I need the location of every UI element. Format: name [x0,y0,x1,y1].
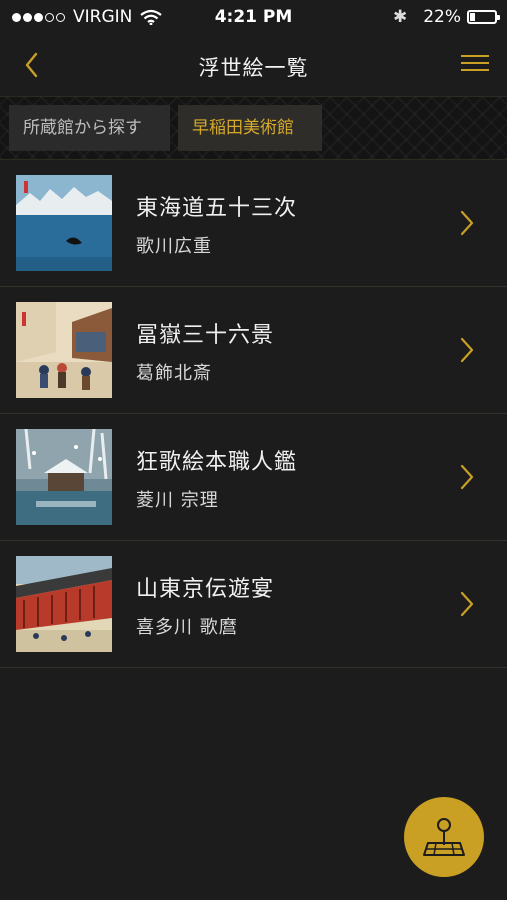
artwork-thumbnail [16,302,112,398]
filter-bar: 所蔵館から探す 早稲田美術館 [0,97,507,160]
item-artist: 喜多川 歌麿 [136,617,238,638]
chevron-right-icon [460,464,474,490]
chevron-right-icon [460,210,474,236]
list-item[interactable]: 東海道五十三次 歌川広重 [0,160,507,287]
menu-button[interactable] [459,50,491,80]
bluetooth-icon: ✱ [392,7,408,27]
artwork-thumbnail [16,429,112,525]
navigation-bar: 浮世絵一覧 [0,34,507,97]
list-item[interactable]: 狂歌絵本職人鑑 菱川 宗理 [0,414,507,541]
chevron-right-icon [460,337,474,363]
list-item[interactable]: 山東京伝遊宴 喜多川 歌麿 [0,541,507,668]
item-artist: 歌川広重 [136,236,212,257]
item-title: 狂歌絵本職人鑑 [136,450,298,475]
selected-museum-chip[interactable]: 早稲田美術館 [178,105,322,151]
item-title: 冨嶽三十六景 [136,323,275,348]
item-title: 東海道五十三次 [136,196,298,221]
status-right: ✱ 22% [392,7,500,27]
app-screen: VIRGIN 4:21 PM ✱ 22% 浮世絵一覧 所蔵館から探す 早稲田美術… [0,0,507,900]
item-artist: 菱川 宗理 [136,490,219,511]
search-by-museum-button[interactable]: 所蔵館から探す [9,105,170,151]
ukiyoe-list: 東海道五十三次 歌川広重 冨嶽三十六景 葛飾北斎 狂歌絵本職人鑑 菱川 宗理 山… [0,160,507,668]
chevron-right-icon [460,591,474,617]
list-item[interactable]: 冨嶽三十六景 葛飾北斎 [0,287,507,414]
hamburger-menu-icon [459,55,491,71]
page-title: 浮世絵一覧 [198,56,309,80]
item-title: 山東京伝遊宴 [136,577,275,602]
battery-percent: 22% [423,7,461,27]
status-bar: VIRGIN 4:21 PM ✱ 22% [0,0,507,34]
map-pin-icon [423,818,465,856]
item-artist: 葛飾北斎 [136,363,212,384]
battery-icon [467,10,500,24]
artwork-thumbnail [16,175,112,271]
battery-fill [470,13,475,21]
artwork-thumbnail [16,556,112,652]
map-button[interactable] [404,797,484,877]
